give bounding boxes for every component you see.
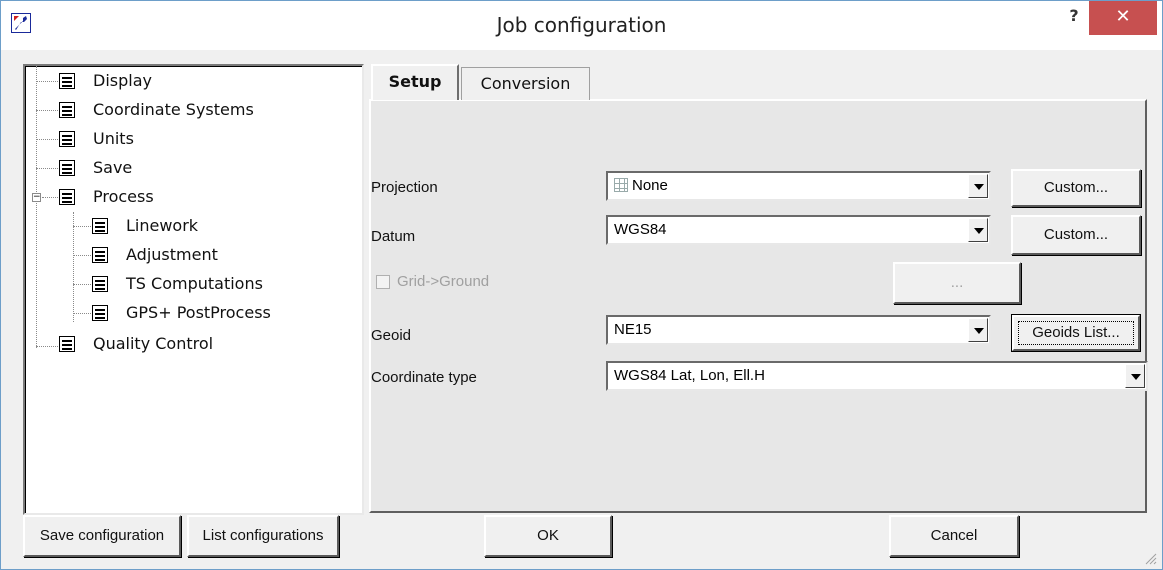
help-button[interactable]: ?	[1061, 3, 1087, 29]
tree-connector	[36, 168, 58, 170]
datum-custom-button[interactable]: Custom...	[1011, 215, 1141, 255]
expander-symbol: −	[33, 192, 41, 202]
grid-ground-label: Grid->Ground	[397, 273, 490, 290]
list-icon	[59, 131, 75, 147]
job-configuration-window: Job configuration ? ✕ Display Coordinate…	[0, 0, 1163, 570]
coordinate-type-label: Coordinate type	[371, 369, 477, 386]
geoid-value: NE15	[614, 321, 652, 338]
tree-connector	[36, 346, 58, 348]
grid-ground-browse-button[interactable]: ...	[893, 262, 1021, 304]
list-icon	[92, 218, 108, 234]
tree-item-label: Units	[93, 129, 134, 148]
setup-panel: Projection None Custom... Datum WGS84 Cu…	[369, 99, 1148, 513]
tree-connector	[73, 255, 91, 257]
tree-item-units[interactable]: Units	[59, 127, 309, 153]
projection-select[interactable]: None	[606, 171, 991, 201]
tree-connector	[36, 81, 58, 83]
title-bar[interactable]: Job configuration ? ✕	[1, 1, 1162, 50]
projection-label: Projection	[371, 179, 438, 196]
tree-item-label: Coordinate Systems	[93, 100, 254, 119]
tree-item-adjustment[interactable]: Adjustment	[92, 243, 342, 269]
datum-label: Datum	[371, 228, 416, 245]
projection-value: None	[632, 177, 668, 194]
tree-connector	[36, 139, 58, 141]
geoid-label: Geoid	[371, 327, 412, 344]
grid-icon	[614, 178, 628, 192]
geoid-select[interactable]: NE15	[606, 315, 991, 345]
list-icon	[59, 160, 75, 176]
save-configuration-button[interactable]: Save configuration	[23, 515, 181, 557]
close-button[interactable]: ✕	[1089, 1, 1157, 35]
tab-setup[interactable]: Setup	[371, 64, 459, 100]
list-icon	[92, 276, 108, 292]
chevron-down-icon[interactable]	[968, 174, 988, 198]
tree-item-gps-postprocess[interactable]: GPS+ PostProcess	[92, 301, 342, 327]
geoids-list-button[interactable]: Geoids List...	[1012, 315, 1140, 351]
coordinate-type-select[interactable]: WGS84 Lat, Lon, Ell.H	[606, 361, 1148, 391]
resize-grip-icon[interactable]	[1143, 551, 1157, 565]
list-icon	[92, 305, 108, 321]
tree-connector	[73, 313, 91, 315]
list-configurations-button[interactable]: List configurations	[187, 515, 339, 557]
list-icon	[59, 189, 75, 205]
list-icon	[59, 102, 75, 118]
coordinate-type-value: WGS84 Lat, Lon, Ell.H	[614, 367, 765, 384]
tree-item-quality-control[interactable]: Quality Control	[59, 332, 309, 358]
settings-tree[interactable]: Display Coordinate Systems Units Save − …	[23, 64, 364, 515]
list-icon	[59, 73, 75, 89]
focus-indicator	[1018, 321, 1134, 345]
datum-select[interactable]: WGS84	[606, 215, 991, 245]
close-icon: ✕	[1115, 6, 1131, 27]
tree-item-coordinate-systems[interactable]: Coordinate Systems	[59, 98, 309, 124]
tree-item-label: TS Computations	[126, 274, 263, 293]
tree-connector	[36, 66, 38, 348]
tab-conversion[interactable]: Conversion	[461, 67, 590, 100]
chevron-down-icon[interactable]	[968, 218, 988, 242]
tab-container: Projection None Custom... Datum WGS84 Cu…	[369, 64, 1148, 513]
tree-item-display[interactable]: Display	[59, 69, 309, 95]
tree-item-label: Display	[93, 71, 152, 90]
datum-value: WGS84	[614, 221, 667, 238]
tree-connector	[73, 284, 91, 286]
window-title: Job configuration	[496, 13, 667, 37]
tree-connector	[73, 212, 75, 322]
ok-button[interactable]: OK	[484, 515, 612, 557]
tree-item-process[interactable]: Process	[59, 185, 309, 211]
tree-item-label: Quality Control	[93, 334, 214, 353]
chevron-down-icon[interactable]	[1125, 364, 1145, 388]
tree-item-label: Adjustment	[126, 245, 218, 264]
collapse-icon[interactable]: −	[32, 193, 41, 202]
list-icon	[59, 336, 75, 352]
tree-item-label: GPS+ PostProcess	[126, 303, 271, 322]
chevron-down-icon[interactable]	[968, 318, 988, 342]
cancel-button[interactable]: Cancel	[889, 515, 1019, 557]
tree-item-save[interactable]: Save	[59, 156, 309, 182]
tree-item-label: Linework	[126, 216, 199, 235]
tree-item-label: Process	[93, 187, 154, 206]
tree-item-label: Save	[93, 158, 133, 177]
tree-connector	[36, 110, 58, 112]
list-icon	[92, 247, 108, 263]
tree-item-ts-computations[interactable]: TS Computations	[92, 272, 342, 298]
tree-connector	[42, 197, 58, 199]
tree-connector	[73, 226, 91, 228]
grid-ground-checkbox[interactable]	[376, 275, 390, 289]
tree-item-linework[interactable]: Linework	[92, 214, 342, 240]
projection-custom-button[interactable]: Custom...	[1011, 169, 1141, 207]
